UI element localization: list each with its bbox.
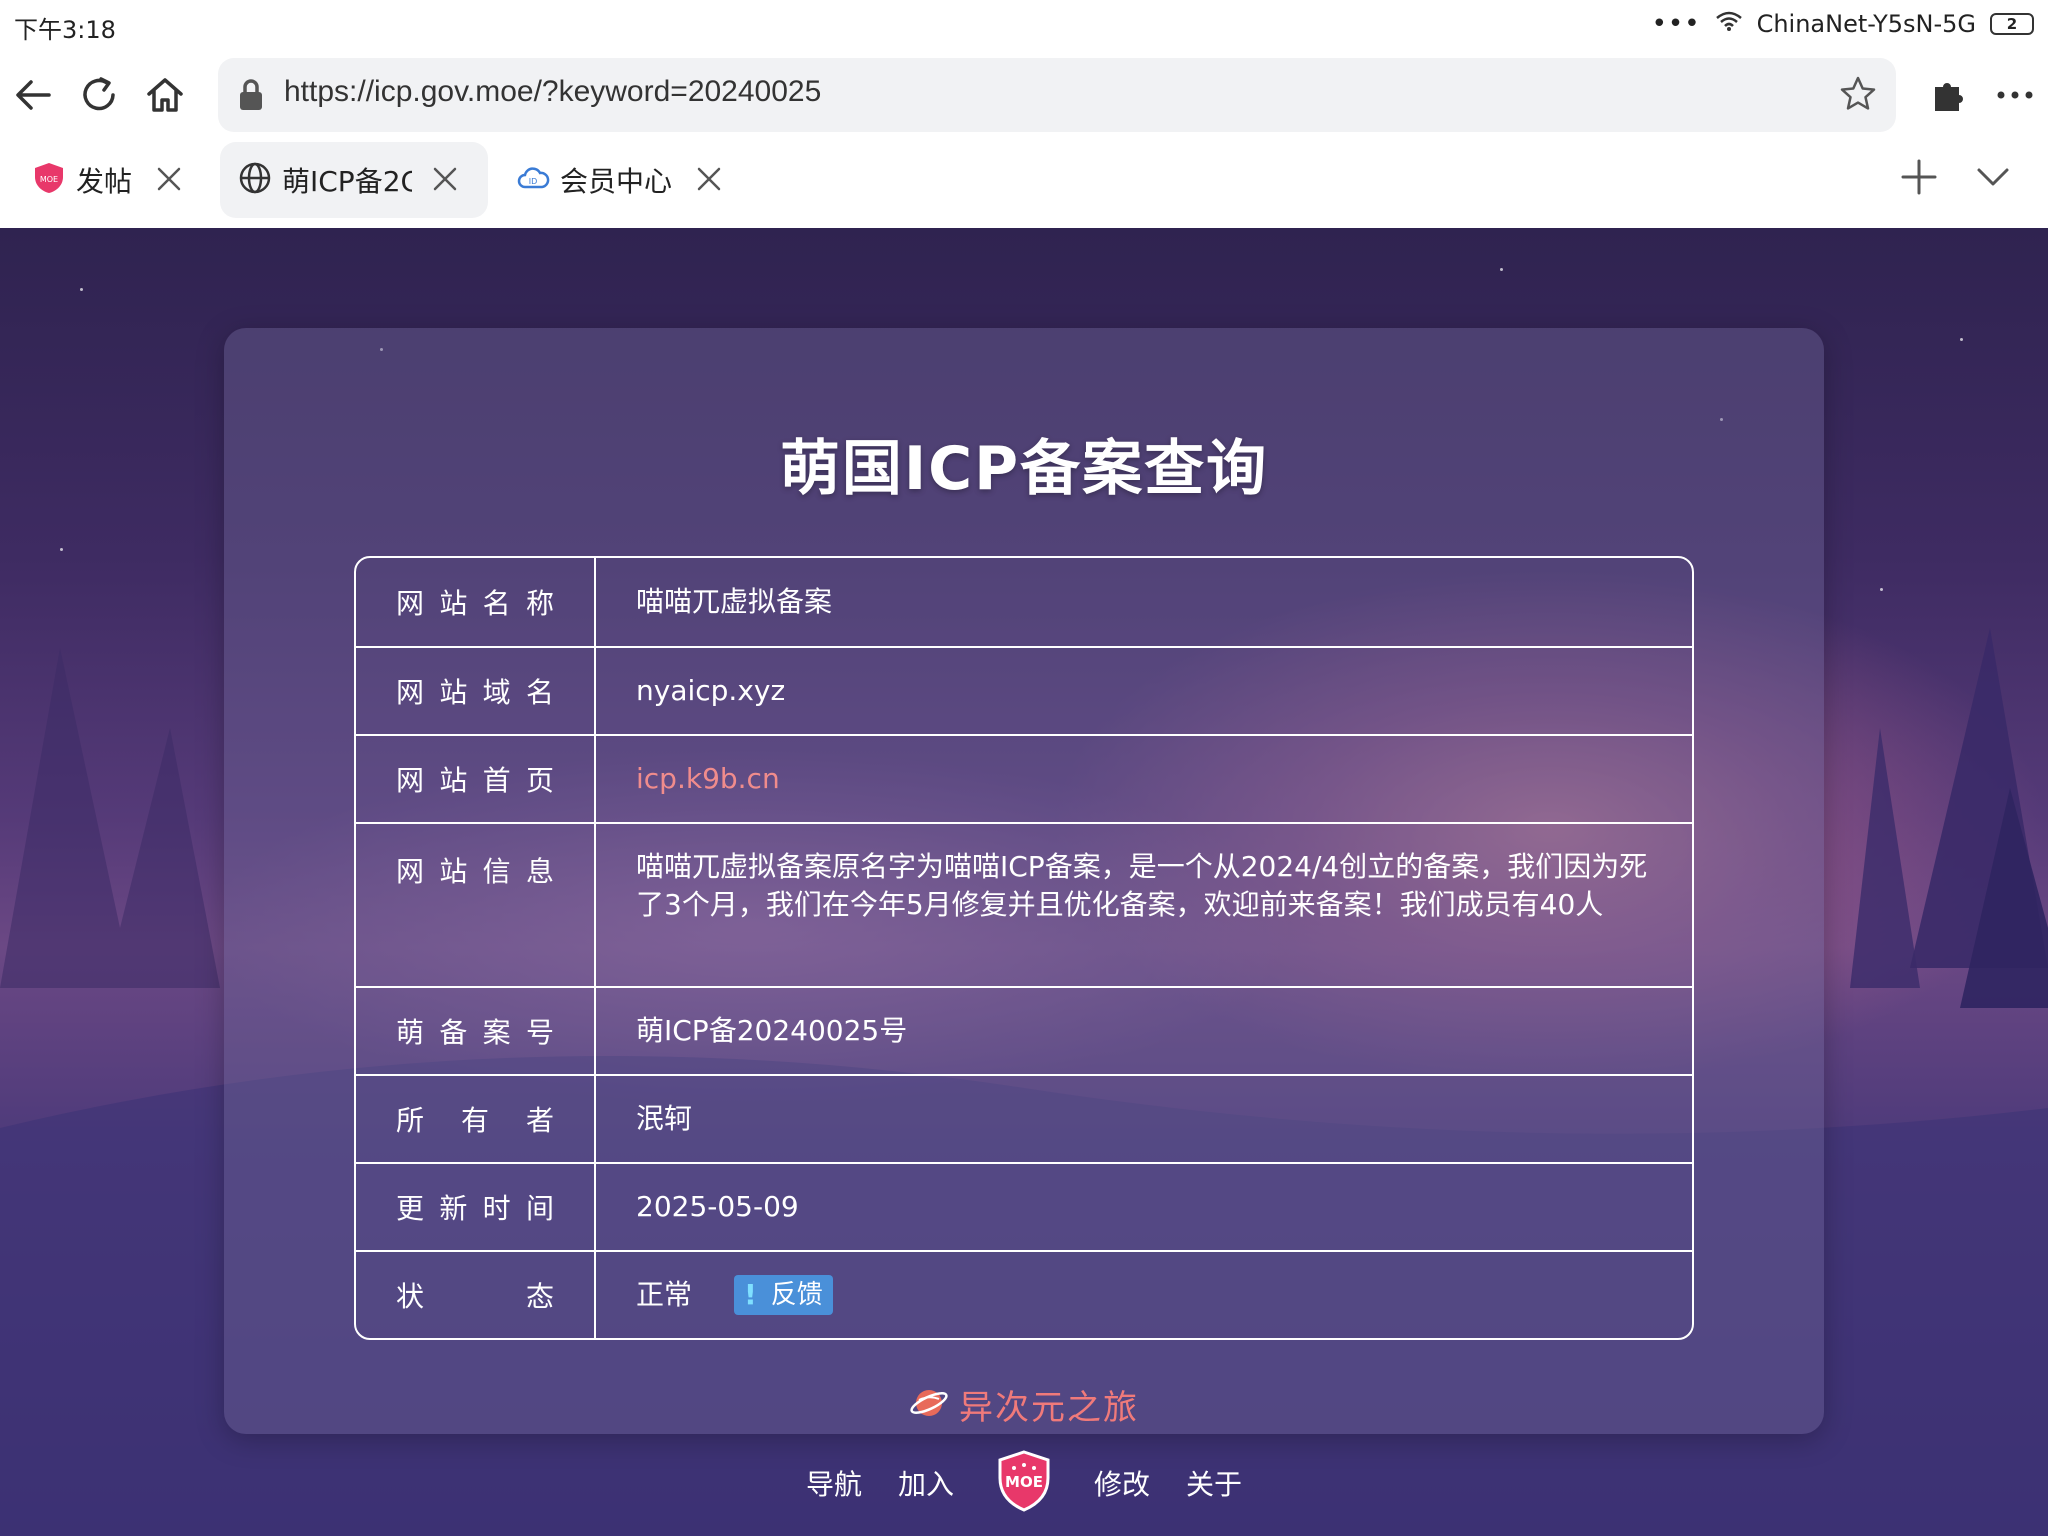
feedback-button[interactable]: ! 反馈 xyxy=(734,1275,833,1315)
status-dots: ••• xyxy=(1651,9,1701,39)
close-icon[interactable] xyxy=(430,164,460,198)
table-row: 萌备案号 萌ICP备20240025号 xyxy=(356,986,1692,1074)
row-label: 网站信息 xyxy=(356,824,596,986)
status-time: 下午3:18 xyxy=(14,16,116,44)
home-icon[interactable] xyxy=(138,68,192,122)
network-name: ChinaNet-Y5sN-5G xyxy=(1756,10,1976,38)
nav-edit[interactable]: 修改 xyxy=(1094,1463,1150,1503)
address-bar[interactable]: https://icp.gov.moe/?keyword=20240025 xyxy=(218,58,1896,132)
moe-shield-icon: MOE xyxy=(32,161,66,199)
row-label: 网站首页 xyxy=(356,736,596,822)
status-value: 正常 xyxy=(636,1278,693,1311)
row-label: 状态 xyxy=(356,1252,596,1338)
nav-guide[interactable]: 导航 xyxy=(806,1463,862,1503)
svg-text:MOE: MOE xyxy=(1005,1473,1043,1491)
tab-post[interactable]: MOE 发帖 xyxy=(32,142,212,218)
icp-card: 萌国ICP备案查询 网站名称 喵喵兀虚拟备案 网站域名 nyaicp.xyz 网… xyxy=(224,328,1824,1434)
tab-member[interactable]: ID 会员中心 xyxy=(516,142,736,218)
info-table: 网站名称 喵喵兀虚拟备案 网站域名 nyaicp.xyz 网站首页 icp.k9… xyxy=(354,556,1694,1340)
chevron-down-icon[interactable] xyxy=(1972,156,2014,202)
tab-strip: MOE 发帖 萌ICP备2C ID 会员中心 xyxy=(0,138,2048,228)
svg-text:ID: ID xyxy=(529,177,538,186)
url-text[interactable]: https://icp.gov.moe/?keyword=20240025 xyxy=(284,75,821,109)
table-row: 网站域名 nyaicp.xyz xyxy=(356,646,1692,734)
tab-label: 萌ICP备2C xyxy=(282,165,412,198)
tab-icp[interactable]: 萌ICP备2C xyxy=(220,142,488,218)
browser-toolbar: https://icp.gov.moe/?keyword=20240025 xyxy=(0,52,2048,138)
table-row: 网站名称 喵喵兀虚拟备案 xyxy=(356,558,1692,646)
row-label: 所有者 xyxy=(356,1076,596,1162)
new-tab-icon[interactable] xyxy=(1898,156,1940,202)
tab-label: 会员中心 xyxy=(560,165,673,198)
tab-label: 发帖 xyxy=(76,165,133,198)
status-bar: 下午3:18 ••• ChinaNet-Y5sN-5G 2 xyxy=(0,0,2048,52)
close-icon[interactable] xyxy=(694,164,724,198)
update-time-value: 2025-05-09 xyxy=(636,1190,799,1223)
status-right: ••• ChinaNet-Y5sN-5G 2 xyxy=(1652,10,2034,38)
globe-icon xyxy=(238,161,272,199)
extension-icon[interactable] xyxy=(1922,68,1976,122)
more-icon[interactable] xyxy=(1988,68,2042,122)
nav-about[interactable]: 关于 xyxy=(1186,1463,1242,1503)
homepage-link[interactable]: icp.k9b.cn xyxy=(636,760,780,798)
page-title: 萌国ICP备案查询 xyxy=(779,434,1269,504)
cloud-icon: ID xyxy=(516,161,550,199)
site-name-value: 喵喵兀虚拟备案 xyxy=(636,585,833,618)
table-row: 所有者 泯轲 xyxy=(356,1074,1692,1162)
row-label: 网站域名 xyxy=(356,648,596,734)
brand-link[interactable]: 异次元之旅 xyxy=(224,1380,1824,1429)
table-row: 状态 正常 ! 反馈 xyxy=(356,1250,1692,1338)
feedback-label: 反馈 xyxy=(770,1280,823,1310)
moe-logo-icon[interactable]: MOE xyxy=(996,1450,1052,1516)
row-label: 萌备案号 xyxy=(356,988,596,1074)
owner-value: 泯轲 xyxy=(636,1102,693,1135)
planet-icon xyxy=(909,1383,949,1427)
row-label: 更新时间 xyxy=(356,1164,596,1250)
row-label: 网站名称 xyxy=(356,558,596,646)
icp-number-value: 萌ICP备20240025号 xyxy=(636,1014,908,1047)
footer-nav: 导航 加入 MOE 修改 关于 xyxy=(0,1450,2048,1516)
close-icon[interactable] xyxy=(154,164,184,198)
table-row: 网站信息 喵喵兀虚拟备案原名字为喵喵ICP备案，是一个从2024/4创立的备案，… xyxy=(356,822,1692,986)
brand-text: 异次元之旅 xyxy=(959,1388,1139,1428)
homepage-cell: icp.k9b.cn xyxy=(596,736,1692,822)
battery-icon: 2 xyxy=(1990,13,2034,35)
table-row: 更新时间 2025-05-09 xyxy=(356,1162,1692,1250)
page-content: 萌国ICP备案查询 网站名称 喵喵兀虚拟备案 网站域名 nyaicp.xyz 网… xyxy=(0,228,2048,1536)
lock-icon xyxy=(236,78,266,116)
status-cell: 正常 ! 反馈 xyxy=(596,1252,1692,1338)
site-info-value: 喵喵兀虚拟备案原名字为喵喵ICP备案，是一个从2024/4创立的备案，我们因为死… xyxy=(636,850,1648,921)
svg-text:MOE: MOE xyxy=(40,175,58,184)
site-domain-value: nyaicp.xyz xyxy=(636,674,786,707)
reload-icon[interactable] xyxy=(72,68,126,122)
wifi-icon xyxy=(1715,10,1743,38)
alert-icon: ! xyxy=(744,1278,757,1311)
table-row: 网站首页 icp.k9b.cn xyxy=(356,734,1692,822)
star-icon[interactable] xyxy=(1838,74,1878,118)
back-arrow-icon[interactable] xyxy=(6,68,60,122)
nav-join[interactable]: 加入 xyxy=(898,1463,954,1503)
